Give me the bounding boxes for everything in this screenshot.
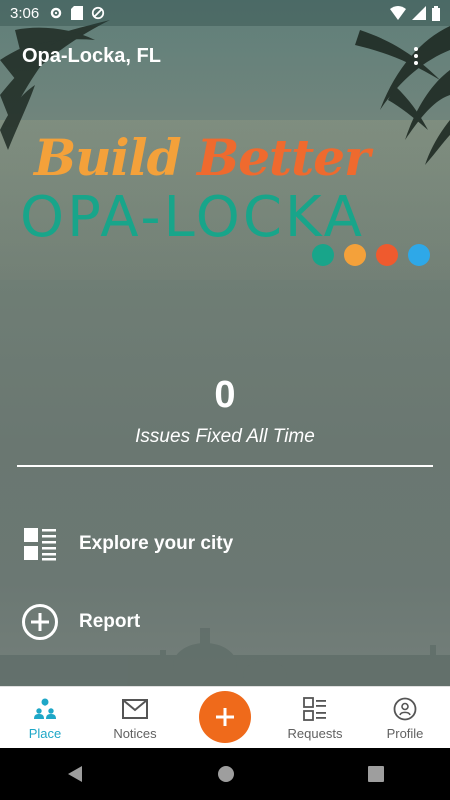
logo-dot-red-orange [376,244,398,266]
nav-label-notices: Notices [113,726,157,741]
explore-city-button[interactable]: Explore your city [20,519,430,569]
requests-list-icon [303,695,327,723]
cell-signal-icon [412,6,426,20]
build-better-logo: Build Better OPA-LOCKA [20,128,430,273]
wifi-icon [390,6,406,20]
logo-dot-orange [344,244,366,266]
nav-label-place: Place [28,726,62,741]
issues-fixed-count: 0 [214,374,236,416]
envelope-icon [122,695,148,723]
overflow-menu-icon[interactable] [404,44,428,68]
app-title: Opa-Locka, FL [22,44,161,67]
status-time: 3:06 [10,4,40,22]
logo-word-better: Better [196,128,370,187]
report-button[interactable]: Report [20,597,430,647]
data-saver-icon [92,6,105,20]
issues-fixed-label: Issues Fixed All Time [135,426,315,447]
nav-label-requests: Requests [287,726,343,741]
background-scene [0,0,450,686]
logo-dot-teal [312,244,334,266]
nav-item-notices[interactable]: Notices [90,687,180,748]
status-bar: 3:06 [0,0,450,26]
explore-list-icon [20,524,60,564]
logo-dots [312,244,430,266]
divider [17,465,433,467]
nav-item-requests[interactable]: Requests [270,687,360,748]
logo-dot-blue [408,244,430,266]
settings-gear-icon [50,7,62,19]
place-people-icon [33,695,57,723]
battery-icon [432,5,440,21]
nav-label-profile: Profile [386,726,424,741]
system-navigation-bar [0,748,450,800]
profile-icon [393,695,417,723]
plus-icon [216,708,234,726]
logo-city-name: OPA-LOCKA [20,185,365,250]
logo-word-build: Build [34,128,182,187]
add-circle-icon [20,602,60,642]
nav-item-place[interactable]: Place [0,687,90,748]
nav-item-profile[interactable]: Profile [360,687,450,748]
report-label: Report [79,611,141,632]
back-icon[interactable] [66,765,84,783]
app-bar: Opa-Locka, FL [0,26,450,86]
add-report-fab[interactable] [199,691,251,743]
home-icon[interactable] [217,765,235,783]
sd-card-icon [71,6,84,20]
recents-icon[interactable] [367,766,384,782]
explore-city-label: Explore your city [79,533,234,554]
logo-tagline: Build Better [34,128,370,187]
